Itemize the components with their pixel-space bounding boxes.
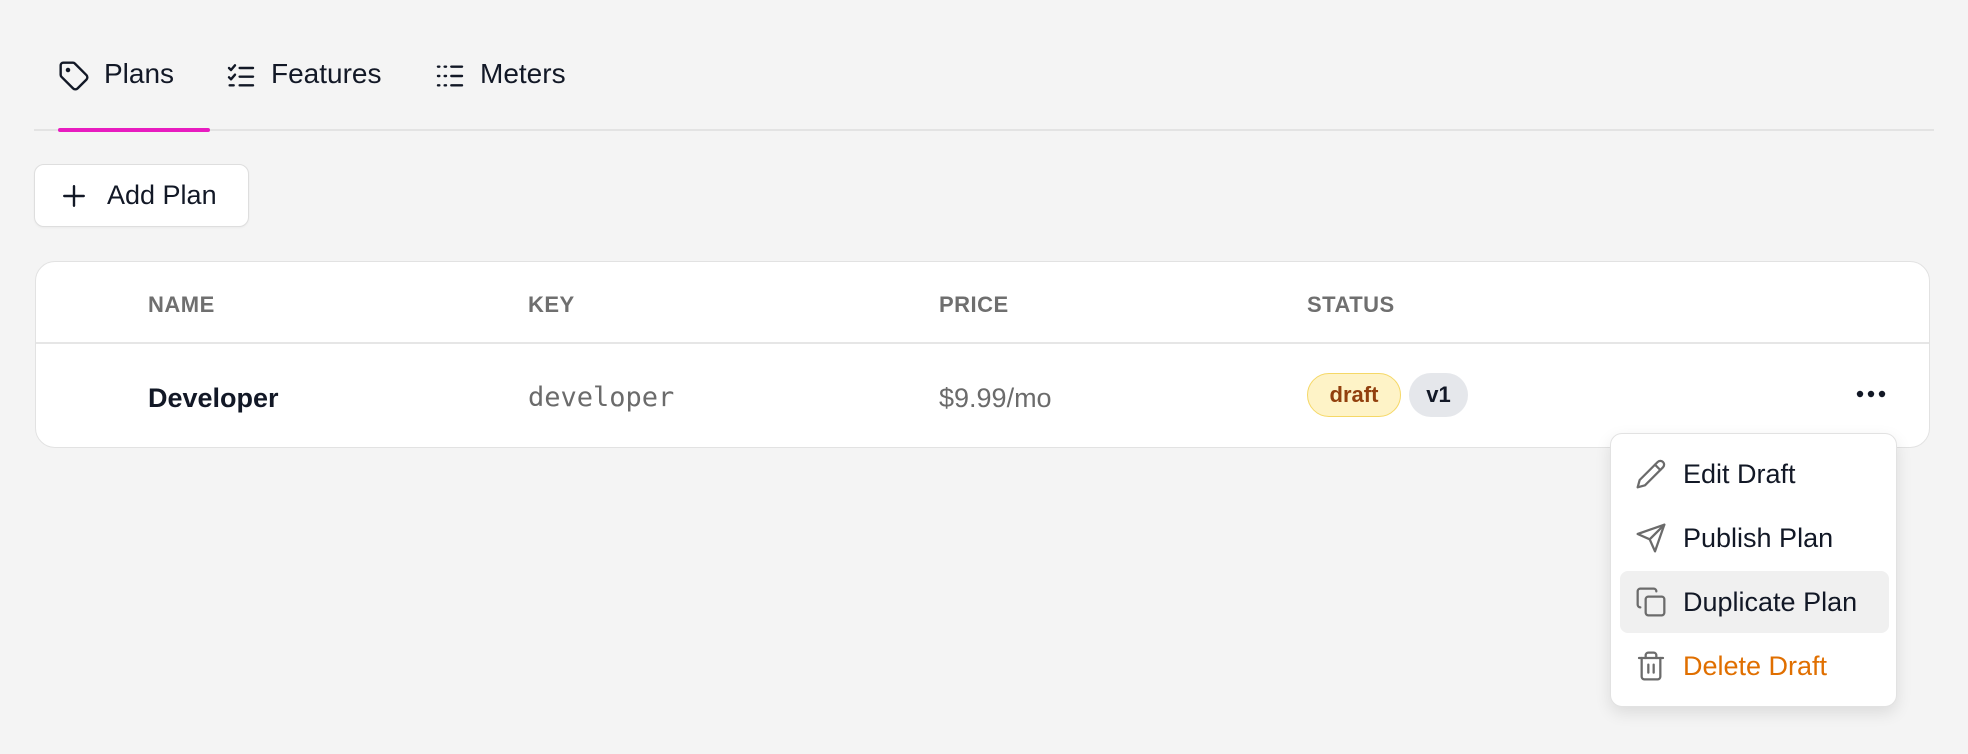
- menu-item-label: Publish Plan: [1683, 522, 1834, 553]
- row-actions-button[interactable]: [1851, 378, 1891, 410]
- menu-item-label: Duplicate Plan: [1683, 586, 1858, 617]
- list-icon: [434, 60, 466, 92]
- page: Plans Features Meters Add Plan NAME KEY …: [0, 0, 1968, 754]
- row-actions-menu: Edit Draft Publish Plan Duplicate Plan D…: [1610, 433, 1897, 707]
- tag-icon: [58, 60, 90, 92]
- column-header-status: STATUS: [1307, 292, 1395, 317]
- tab-label: Features: [271, 58, 382, 89]
- tab-plans[interactable]: Plans: [58, 58, 210, 132]
- plan-price: $9.99/mo: [939, 383, 1052, 413]
- trash-icon: [1635, 650, 1667, 682]
- copy-icon: [1635, 586, 1667, 618]
- plan-key: developer: [528, 382, 675, 413]
- tab-meters[interactable]: Meters: [434, 58, 566, 130]
- send-icon: [1635, 522, 1667, 554]
- menu-item-delete-draft[interactable]: Delete Draft: [1620, 635, 1889, 697]
- tab-bar: Plans Features Meters: [34, 0, 1934, 132]
- column-header-price: PRICE: [939, 292, 1009, 317]
- column-header-name: NAME: [148, 292, 215, 317]
- more-horizontal-icon: [1856, 385, 1886, 403]
- plan-name: Developer: [148, 383, 279, 413]
- add-plan-label: Add Plan: [107, 180, 217, 210]
- menu-item-publish-plan[interactable]: Publish Plan: [1620, 507, 1889, 569]
- tab-label: Plans: [104, 58, 175, 89]
- pencil-icon: [1635, 458, 1667, 490]
- menu-item-label: Edit Draft: [1683, 458, 1796, 489]
- version-badge: v1: [1409, 373, 1468, 417]
- add-plan-button[interactable]: Add Plan: [34, 164, 249, 227]
- menu-item-duplicate-plan[interactable]: Duplicate Plan: [1620, 571, 1889, 633]
- tab-label: Meters: [480, 58, 566, 89]
- table-header: NAME KEY PRICE STATUS: [36, 262, 1929, 344]
- status-badge: draft: [1307, 373, 1401, 417]
- tab-features[interactable]: Features: [225, 58, 382, 130]
- plus-icon: [61, 183, 87, 209]
- menu-item-label: Delete Draft: [1683, 650, 1828, 681]
- checklist-icon: [225, 60, 257, 92]
- menu-item-edit-draft[interactable]: Edit Draft: [1620, 443, 1889, 505]
- column-header-key: KEY: [528, 292, 575, 317]
- plans-table: NAME KEY PRICE STATUS Developer develope…: [35, 261, 1930, 448]
